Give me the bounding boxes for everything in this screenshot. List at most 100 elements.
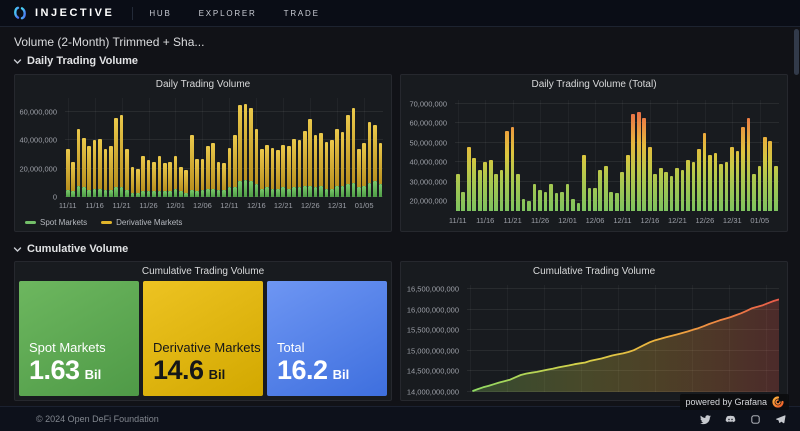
total-segment (505, 131, 509, 211)
derivative-segment (249, 108, 253, 182)
spot-segment (265, 187, 269, 197)
derivative-segment (330, 140, 334, 188)
spot-segment (298, 187, 302, 197)
social-links (700, 414, 786, 425)
stat-tile-derivative-markets[interactable]: Derivative Markets 14.6 Bil (143, 281, 263, 396)
panel-daily-trading-volume: Daily Trading Volume 020,000,00040,000,0… (14, 74, 392, 232)
total-segment (522, 199, 526, 211)
total-segment (511, 127, 515, 211)
spot-segment (362, 186, 366, 197)
total-segment (725, 162, 729, 211)
legend-label: Derivative Markets (116, 218, 182, 227)
spot-segment (82, 187, 86, 197)
main-nav: HUB EXPLORER TRADE (149, 9, 319, 18)
twitter-icon[interactable] (700, 414, 711, 425)
legend-derivative-markets[interactable]: Derivative Markets (101, 218, 182, 227)
total-segment (774, 166, 778, 211)
total-segment (566, 184, 570, 211)
discord-icon[interactable] (725, 414, 736, 425)
nav-explorer[interactable]: EXPLORER (199, 9, 257, 18)
derivative-segment (147, 160, 151, 191)
spot-segment (222, 190, 226, 197)
powered-by-grafana[interactable]: powered by Grafana (680, 394, 789, 410)
spot-segment (168, 191, 172, 197)
total-segment (670, 176, 674, 211)
mirror-icon[interactable] (750, 414, 761, 425)
total-segment (609, 192, 613, 211)
derivative-segment (303, 131, 307, 186)
derivative-segment (152, 162, 156, 192)
y-axis-label: 50,000,000 (409, 138, 447, 147)
bar-01/08[interactable] (773, 100, 778, 211)
nav-hub[interactable]: HUB (149, 9, 171, 18)
spot-segment (217, 190, 221, 197)
injective-logo-icon (12, 5, 28, 21)
spot-segment (379, 184, 383, 197)
y-axis-label: 70,000,000 (409, 99, 447, 108)
derivative-segment (87, 146, 91, 190)
total-segment (489, 160, 493, 211)
stat-tile-spot-markets[interactable]: Spot Markets 1.63 Bil (19, 281, 139, 396)
legend-swatch (25, 221, 36, 224)
total-segment (708, 155, 712, 211)
total-segment (714, 153, 718, 211)
panel-title-cumulative-stats[interactable]: Cumulative Trading Volume (15, 262, 391, 281)
section-cumulative-volume[interactable]: Cumulative Volume (13, 243, 128, 255)
derivative-segment (276, 150, 280, 188)
spot-segment (120, 187, 124, 197)
spot-segment (163, 191, 167, 197)
x-axis-label: 12/26 (695, 216, 714, 225)
spot-segment (281, 187, 285, 197)
stat-tile-total[interactable]: Total 16.2 Bil (267, 281, 387, 396)
stat-value: 14.6 (153, 355, 204, 386)
y-axis-label: 40,000,000 (409, 158, 447, 167)
total-segment (615, 193, 619, 211)
derivative-segment (362, 143, 366, 185)
derivative-segment (228, 148, 232, 188)
legend-spot-markets[interactable]: Spot Markets (25, 218, 87, 227)
top-navbar: INJECTIVE HUB EXPLORER TRADE (0, 0, 800, 27)
stat-label: Derivative Markets (153, 340, 259, 355)
panel-title-daily-trading-volume-total[interactable]: Daily Trading Volume (Total) (401, 75, 787, 94)
derivative-segment (217, 162, 221, 190)
total-segment (483, 162, 487, 211)
spot-segment (206, 189, 210, 197)
spot-segment (249, 181, 253, 197)
total-segment (533, 184, 537, 211)
y-axis-label: 30,000,000 (409, 177, 447, 186)
total-segment (538, 190, 542, 211)
derivative-segment (211, 143, 215, 188)
telegram-icon[interactable] (775, 414, 786, 425)
derivative-segment (98, 139, 102, 189)
total-segment (703, 133, 707, 211)
spot-segment (335, 186, 339, 197)
total-segment (544, 192, 548, 211)
section-label: Cumulative Volume (27, 243, 128, 255)
x-axis-label: 12/11 (220, 201, 238, 210)
panel-title-cumulative-chart[interactable]: Cumulative Trading Volume (401, 262, 787, 281)
panel-title-daily-trading-volume[interactable]: Daily Trading Volume (15, 75, 391, 94)
total-segment (467, 147, 471, 211)
stat-value: 16.2 (277, 355, 328, 386)
spot-segment (66, 190, 70, 197)
derivative-segment (292, 139, 296, 187)
spot-segment (184, 193, 188, 197)
y-axis-label: 16,000,000,000 (407, 305, 459, 314)
section-daily-trading-volume[interactable]: Daily Trading Volume (13, 55, 138, 67)
total-segment (768, 141, 772, 211)
spot-segment (93, 189, 97, 197)
nav-trade[interactable]: TRADE (284, 9, 320, 18)
spot-segment (233, 187, 237, 197)
derivative-segment (325, 142, 329, 189)
daily-trading-volume-chart: 020,000,00040,000,00060,000,00011/1111/1… (15, 94, 391, 231)
stacked-bar-01/08[interactable] (378, 98, 383, 197)
spot-segment (373, 181, 377, 197)
derivative-segment (233, 135, 237, 187)
injective-logo[interactable]: INJECTIVE (12, 5, 114, 21)
scrollbar-thumb[interactable] (794, 29, 799, 75)
total-segment (648, 147, 652, 211)
total-segment (659, 168, 663, 211)
total-segment (560, 192, 564, 211)
y-axis-label: 60,000,000 (19, 108, 57, 117)
cumulative-line[interactable] (467, 285, 779, 392)
